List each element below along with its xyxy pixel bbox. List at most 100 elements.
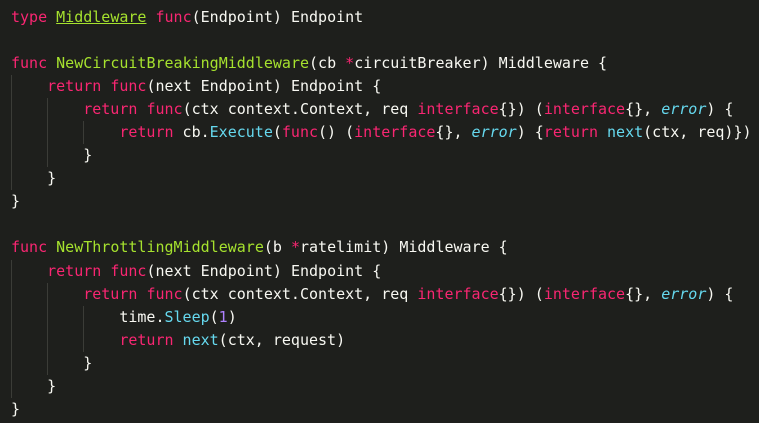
code-line[interactable]: return next(ctx, request) bbox=[11, 328, 759, 352]
keyword-token: * bbox=[345, 54, 355, 73]
indent-guide bbox=[11, 374, 47, 398]
code-text: (ctx, req)}) bbox=[643, 123, 752, 142]
code-text: circuitBreaker) Middleware { bbox=[354, 54, 608, 73]
builtin-token: Execute bbox=[209, 123, 273, 142]
keyword-token: interface bbox=[354, 123, 436, 142]
keyword-token: return bbox=[119, 330, 174, 349]
keyword-token: func bbox=[11, 54, 48, 73]
keyword-token: return bbox=[543, 123, 598, 142]
code-text: (Endpoint) Endpoint bbox=[191, 8, 364, 26]
code-text: ( bbox=[272, 123, 282, 142]
code-text: } bbox=[47, 169, 57, 188]
code-line[interactable]: } bbox=[11, 398, 759, 421]
code-text: ( bbox=[209, 307, 219, 326]
code-line[interactable] bbox=[11, 29, 759, 52]
code-text: ) { bbox=[516, 123, 544, 142]
code-line[interactable]: return func(next Endpoint) Endpoint { bbox=[11, 259, 759, 283]
code-line[interactable]: } bbox=[11, 374, 759, 398]
indent-guide bbox=[83, 121, 119, 145]
indent-guide bbox=[11, 121, 47, 145]
indent-guide bbox=[11, 75, 47, 99]
code-line[interactable]: } bbox=[11, 167, 759, 191]
code-line[interactable]: func NewCircuitBreakingMiddleware(cb *ci… bbox=[11, 52, 759, 75]
code-text: ) bbox=[227, 307, 237, 326]
indent-guide bbox=[11, 167, 47, 191]
code-text: (b bbox=[263, 238, 291, 257]
code-text: ) { bbox=[706, 100, 734, 119]
code-text: (next Endpoint) Endpoint { bbox=[146, 77, 382, 96]
code-line[interactable]: return func(next Endpoint) Endpoint { bbox=[11, 75, 759, 99]
code-line[interactable]: type Middleware func(Endpoint) Endpoint bbox=[11, 6, 759, 29]
keyword-token: interface bbox=[543, 284, 626, 303]
type-token: error bbox=[661, 284, 707, 303]
code-text: {}, bbox=[625, 100, 662, 119]
code-text: (next Endpoint) Endpoint { bbox=[146, 261, 382, 280]
code-line[interactable]: } bbox=[11, 351, 759, 375]
indent-guide bbox=[47, 121, 83, 145]
code-text: (ctx, request) bbox=[218, 330, 346, 349]
code-text: } bbox=[83, 146, 93, 165]
number-token: 1 bbox=[218, 307, 228, 326]
code-text: {}) ( bbox=[498, 100, 544, 119]
keyword-token: interface bbox=[417, 100, 499, 119]
code-line[interactable]: return func(ctx context.Context, req int… bbox=[11, 282, 759, 306]
code-text: (cb bbox=[309, 54, 346, 73]
indent-guide bbox=[47, 144, 83, 168]
code-line[interactable] bbox=[11, 213, 759, 236]
code-text: } bbox=[83, 353, 93, 372]
indent-guide bbox=[11, 351, 47, 375]
code-text: {}) ( bbox=[498, 284, 544, 303]
type-token: error bbox=[661, 100, 707, 119]
code-text: (ctx context.Context, req bbox=[182, 100, 418, 119]
type-name-token: Middleware bbox=[56, 8, 147, 26]
keyword-token: return bbox=[47, 77, 102, 96]
keyword-token: return bbox=[47, 261, 102, 280]
keyword-token: func bbox=[146, 284, 183, 303]
indent-guide bbox=[11, 328, 47, 352]
builtin-token: next bbox=[182, 330, 219, 349]
code-line[interactable]: func NewThrottlingMiddleware(b *ratelimi… bbox=[11, 236, 759, 259]
indent-guide bbox=[47, 328, 83, 352]
indent-guide bbox=[47, 282, 83, 306]
code-text: {}, bbox=[625, 284, 662, 303]
keyword-token: func bbox=[110, 77, 147, 96]
code-line[interactable]: return cb.Execute(func() (interface{}, e… bbox=[11, 121, 759, 145]
keyword-token: func bbox=[11, 238, 48, 257]
code-line[interactable]: } bbox=[11, 144, 759, 168]
keyword-token: return bbox=[83, 284, 138, 303]
builtin-token: Sleep bbox=[164, 307, 210, 326]
indent-guide bbox=[83, 305, 119, 329]
code-text: {}, bbox=[435, 123, 472, 142]
code-line[interactable]: time.Sleep(1) bbox=[11, 305, 759, 329]
function-name-token: NewThrottlingMiddleware bbox=[56, 238, 264, 257]
code-text: ) { bbox=[706, 284, 734, 303]
keyword-token: func bbox=[155, 8, 192, 26]
code-text: } bbox=[47, 376, 57, 395]
indent-guide bbox=[47, 98, 83, 122]
indent-guide bbox=[47, 305, 83, 329]
builtin-token: next bbox=[607, 123, 644, 142]
indent-guide bbox=[47, 351, 83, 375]
indent-guide bbox=[11, 98, 47, 122]
function-name-token: NewCircuitBreakingMiddleware bbox=[56, 54, 310, 73]
code-text: ratelimit) Middleware { bbox=[300, 238, 508, 257]
code-line[interactable]: return func(ctx context.Context, req int… bbox=[11, 98, 759, 122]
keyword-token: type bbox=[11, 8, 48, 26]
keyword-token: * bbox=[290, 238, 300, 257]
keyword-token: return bbox=[83, 100, 138, 119]
code-editor[interactable]: type Middleware func(Endpoint) Endpoint f… bbox=[0, 0, 759, 421]
indent-guide bbox=[11, 259, 47, 283]
code-text: () ( bbox=[318, 123, 355, 142]
code-text: } bbox=[11, 192, 21, 211]
keyword-token: return bbox=[119, 123, 174, 142]
code-line[interactable]: } bbox=[11, 190, 759, 213]
indent-guide bbox=[11, 305, 47, 329]
keyword-token: interface bbox=[417, 284, 499, 303]
